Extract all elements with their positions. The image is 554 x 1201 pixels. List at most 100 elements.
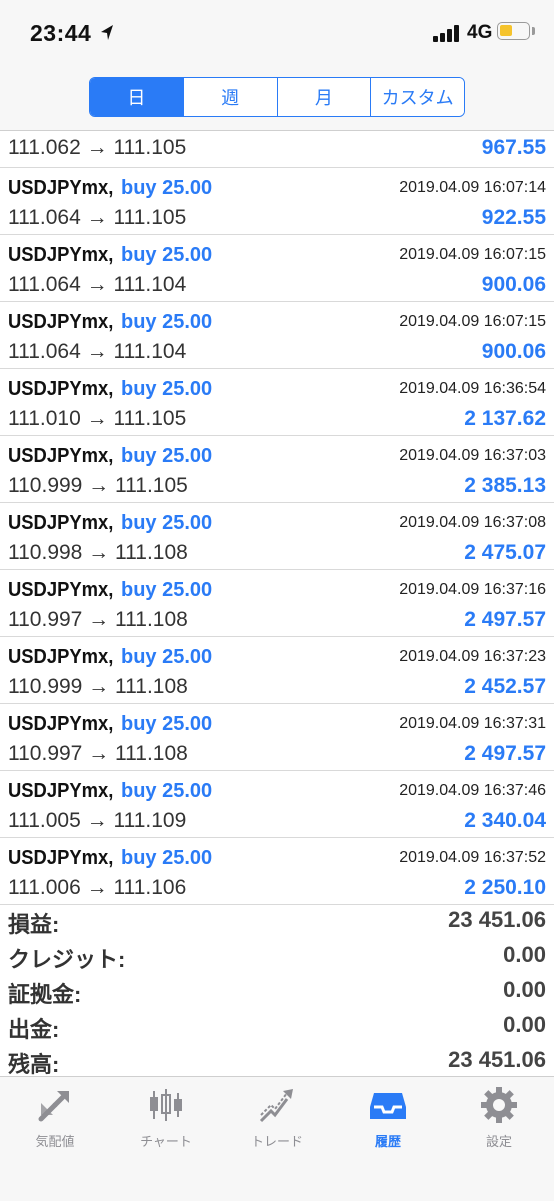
deal-symbol: USDJPYmx,	[8, 311, 114, 333]
deal-profit: 900.06	[481, 340, 546, 363]
deal-prices: 110.997 → 111.108	[8, 742, 188, 765]
summary-label: 出金:	[8, 1017, 60, 1042]
deal-profit: 2 497.57	[464, 742, 546, 765]
segment-day[interactable]: 日	[90, 78, 184, 116]
deal-side: buy 25.00	[121, 512, 213, 534]
period-selector-bar: 日 週 月 カスタム	[0, 66, 554, 131]
summary-label: クレジット:	[8, 947, 126, 972]
period-segmented-control: 日 週 月 カスタム	[89, 77, 465, 117]
tab-label: 履歴	[374, 1134, 401, 1149]
deal-profit: 2 452.57	[464, 675, 546, 698]
deal-symbol: USDJPYmx,	[8, 847, 114, 869]
deal-row[interactable]: USDJPYmx, buy 25.00 2019.04.09 16:37:16 110…	[0, 570, 554, 637]
deal-side: buy 25.00	[121, 713, 213, 735]
status-bar: 23:44 4G	[0, 0, 554, 66]
deal-prices: 111.006 → 111.106	[8, 876, 187, 899]
signal-icon	[433, 24, 463, 42]
deal-profit: 967.55	[481, 136, 546, 159]
deal-symbol: USDJPYmx,	[8, 780, 114, 802]
deal-time: 2019.04.09 16:37:31	[399, 715, 546, 732]
summary-value: 23 451.06	[448, 907, 546, 932]
quotes-icon	[38, 1091, 69, 1122]
trade-icon	[259, 1089, 293, 1123]
summary-value: 0.00	[503, 1012, 546, 1037]
deal-row-partial[interactable]: 111.062 → 111.105 967.55	[0, 131, 554, 168]
deal-row[interactable]: USDJPYmx, buy 25.00 2019.04.09 16:37:52 111…	[0, 838, 554, 905]
settings-icon	[481, 1087, 517, 1123]
deal-time: 2019.04.09 16:37:08	[399, 514, 546, 531]
deal-prices: 111.062 → 111.105	[8, 136, 187, 159]
segment-custom[interactable]: カスタム	[371, 78, 464, 116]
deal-side: buy 25.00	[121, 579, 213, 601]
tab-trade[interactable]: トレード	[222, 1085, 332, 1165]
deal-profit: 2 137.62	[464, 407, 546, 430]
tab-label: 設定	[485, 1134, 512, 1149]
deal-symbol: USDJPYmx,	[8, 579, 114, 601]
tab-chart[interactable]: チャート	[111, 1085, 221, 1165]
deal-profit: 2 250.10	[464, 876, 546, 899]
location-arrow-icon	[101, 25, 113, 40]
deal-row[interactable]: USDJPYmx, buy 25.00 2019.04.09 16:07:14 111…	[0, 168, 554, 235]
deal-symbol: USDJPYmx,	[8, 512, 114, 534]
tab-history[interactable]: 履歴	[333, 1085, 443, 1165]
status-time: 23:44	[30, 20, 92, 46]
network-label: 4G	[467, 22, 493, 43]
tab-settings[interactable]: 設定	[444, 1085, 554, 1165]
deal-prices: 110.998 → 111.108	[8, 541, 188, 564]
deal-symbol: USDJPYmx,	[8, 378, 114, 400]
summary-balance-row: 残高: 23 451.06	[0, 1043, 554, 1078]
deal-row[interactable]: USDJPYmx, buy 25.00 2019.04.09 16:37:23 110…	[0, 637, 554, 704]
deal-side: buy 25.00	[121, 780, 213, 802]
tab-label: トレード	[250, 1134, 303, 1149]
deal-profit: 2 475.07	[464, 541, 546, 564]
summary-value: 0.00	[503, 942, 546, 967]
deal-side: buy 25.00	[121, 646, 213, 668]
deal-row[interactable]: USDJPYmx, buy 25.00 2019.04.09 16:37:08 110…	[0, 503, 554, 570]
history-icon	[370, 1093, 406, 1119]
deal-side: buy 25.00	[121, 177, 213, 199]
deal-profit: 2 385.13	[464, 474, 546, 497]
deal-profit: 2 340.04	[464, 809, 546, 832]
battery-cap	[532, 27, 535, 35]
deal-side: buy 25.00	[121, 244, 213, 266]
deal-row[interactable]: USDJPYmx, buy 25.00 2019.04.09 16:37:46 111…	[0, 771, 554, 838]
deal-symbol: USDJPYmx,	[8, 646, 114, 668]
deal-time: 2019.04.09 16:37:23	[399, 648, 546, 665]
deal-prices: 111.064 → 111.105	[8, 206, 187, 229]
tab-quotes[interactable]: 気配値	[0, 1085, 110, 1165]
deal-side: buy 25.00	[121, 445, 213, 467]
deal-time: 2019.04.09 16:07:15	[399, 313, 546, 330]
summary-value: 23 451.06	[448, 1047, 546, 1072]
summary-withdrawal-row: 出金: 0.00	[0, 1008, 554, 1043]
deal-prices: 111.005 → 111.109	[8, 809, 187, 832]
deal-time: 2019.04.09 16:37:46	[399, 782, 546, 799]
summary-deposit-row: 証拠金: 0.00	[0, 973, 554, 1008]
deal-symbol: USDJPYmx,	[8, 445, 114, 467]
segment-month[interactable]: 月	[277, 78, 372, 116]
deal-row[interactable]: USDJPYmx, buy 25.00 2019.04.09 16:36:54 111…	[0, 369, 554, 436]
battery-icon	[497, 22, 530, 40]
deal-prices: 111.010 → 111.105	[8, 407, 187, 430]
deal-prices: 110.999 → 111.108	[8, 675, 188, 698]
chart-icon	[150, 1089, 182, 1121]
summary-value: 0.00	[503, 977, 546, 1002]
deal-row[interactable]: USDJPYmx, buy 25.00 2019.04.09 16:07:15 111…	[0, 302, 554, 369]
deal-profit: 900.06	[481, 273, 546, 296]
deal-time: 2019.04.09 16:07:14	[399, 179, 546, 196]
deal-row[interactable]: USDJPYmx, buy 25.00 2019.04.09 16:37:03 110…	[0, 436, 554, 503]
deal-profit: 2 497.57	[464, 608, 546, 631]
deal-side: buy 25.00	[121, 311, 213, 333]
summary-credit-row: クレジット: 0.00	[0, 938, 554, 973]
summary-profit-row: 損益: 23 451.06	[0, 903, 554, 938]
summary-label: 損益:	[8, 912, 60, 937]
segment-week[interactable]: 週	[183, 78, 278, 116]
bottom-tab-bar: 気配値 チャート トレード 履歴 設定	[0, 1076, 554, 1201]
deal-row[interactable]: USDJPYmx, buy 25.00 2019.04.09 16:37:31 110…	[0, 704, 554, 771]
deal-time: 2019.04.09 16:07:15	[399, 246, 546, 263]
deal-prices: 110.999 → 111.105	[8, 474, 188, 497]
deal-row[interactable]: USDJPYmx, buy 25.00 2019.04.09 16:07:15 111…	[0, 235, 554, 302]
deal-side: buy 25.00	[121, 847, 213, 869]
deal-prices: 111.064 → 111.104	[8, 340, 187, 363]
deal-symbol: USDJPYmx,	[8, 713, 114, 735]
deal-symbol: USDJPYmx,	[8, 244, 114, 266]
